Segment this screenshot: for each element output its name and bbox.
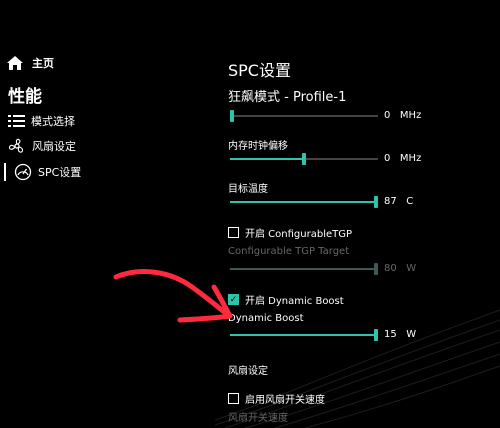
fan-speed-toggle[interactable]: 启用风扇开关速度 (228, 391, 325, 406)
dynamic-boost-value: 15 W (384, 329, 416, 340)
annotation-arrow-icon (113, 269, 233, 323)
nav-item-label: SPC设置 (38, 166, 82, 179)
configurable-tgp-toggle[interactable]: 开启 ConfigurableTGP (228, 225, 352, 240)
value-number: 87 (384, 196, 397, 207)
nav-item-label: 风扇设定 (32, 140, 76, 153)
slider-thumb[interactable] (230, 110, 234, 122)
nav-item-spc-settings[interactable]: SPC设置 (4, 163, 81, 181)
slider-thumb[interactable] (374, 196, 378, 208)
value-unit: W (406, 263, 417, 274)
value-unit: MHz (399, 153, 422, 164)
configurable-tgp-checkbox[interactable] (228, 227, 239, 238)
list-icon (8, 115, 25, 127)
dynamic-boost-toggle[interactable]: ✓ 开启 Dynamic Boost (228, 292, 344, 307)
nav-home[interactable]: 主页 (6, 55, 54, 71)
memory-clock-offset-slider[interactable] (230, 153, 378, 165)
dynamic-boost-slider[interactable] (230, 329, 378, 341)
checkbox-label: 开启 Dynamic Boost (245, 296, 344, 307)
fan-section-title: 风扇设定 (228, 366, 268, 377)
checkbox-label: 开启 ConfigurableTGP (245, 229, 353, 240)
value-unit: MHz (399, 110, 422, 121)
slider-fill (230, 158, 304, 160)
configurable-tgp-target-value: 80 W (384, 263, 416, 274)
core-clock-offset-slider[interactable] (230, 110, 378, 122)
page-title: SPC设置 (228, 61, 291, 80)
configurable-tgp-target-label: Configurable TGP Target (228, 246, 350, 257)
value-number: 0 (384, 153, 391, 164)
core-clock-offset-value: 0 MHz (384, 110, 421, 121)
target-temperature-label: 目标温度 (228, 184, 268, 195)
fan-speed-checkbox[interactable] (228, 393, 239, 404)
slider-thumb[interactable] (374, 329, 378, 341)
section-title: 性能 (8, 87, 42, 107)
home-icon (7, 56, 23, 70)
active-indicator (4, 163, 6, 181)
nav-item-label: 模式选择 (31, 115, 75, 128)
value-number: 80 (384, 263, 397, 274)
slider-fill (230, 268, 378, 270)
target-temperature-value: 87 C (384, 196, 413, 207)
slider-thumb[interactable] (302, 153, 306, 165)
slider-fill (230, 334, 378, 336)
value-number: 15 (384, 329, 397, 340)
fan-icon (8, 138, 24, 153)
slider-thumb[interactable] (374, 263, 378, 275)
fan-speed-label: 风扇开关速度 (228, 413, 288, 424)
value-unit: C (406, 196, 414, 207)
gauge-icon (14, 163, 32, 181)
nav-item-fan-settings[interactable]: 风扇设定 (8, 138, 76, 154)
nav-home-label: 主页 (32, 57, 54, 70)
nav-item-mode-select[interactable]: 模式选择 (8, 113, 75, 129)
checkbox-label: 启用风扇开关速度 (245, 395, 325, 406)
configurable-tgp-target-slider[interactable] (230, 263, 378, 275)
profile-title: 狂飙模式 - Profile-1 (228, 90, 347, 105)
slider-fill (230, 201, 378, 203)
value-unit: W (406, 329, 417, 340)
target-temperature-slider[interactable] (230, 196, 378, 208)
memory-clock-offset-value: 0 MHz (384, 153, 421, 164)
memory-clock-offset-label: 内存时钟偏移 (228, 141, 288, 152)
value-number: 0 (384, 110, 391, 121)
